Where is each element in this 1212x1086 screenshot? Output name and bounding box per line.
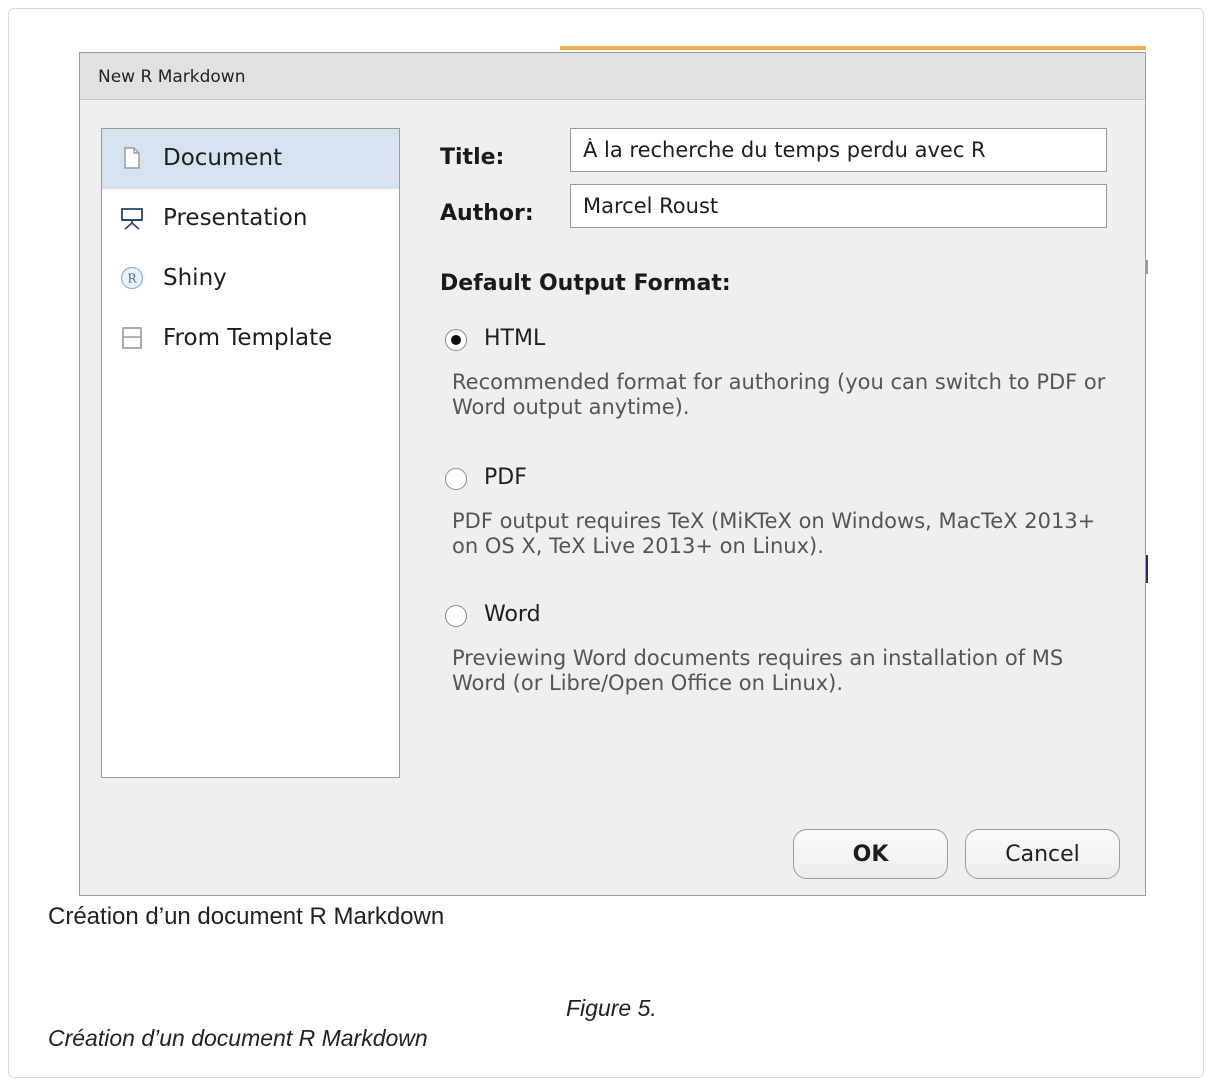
template-icon xyxy=(122,327,142,349)
radio-selected-dot xyxy=(451,335,461,345)
sidebar-item-from-template[interactable]: From Template xyxy=(102,309,399,369)
background-app-mark xyxy=(1146,260,1148,274)
sidebar-item-label: Shiny xyxy=(163,265,227,291)
cancel-button[interactable]: Cancel xyxy=(965,829,1120,879)
radio-word[interactable]: Word xyxy=(445,602,625,632)
figure-label: Figure 5. xyxy=(566,995,657,1021)
background-app-strip xyxy=(560,46,1146,50)
figure-caption: Création d’un document R Markdown xyxy=(48,1025,428,1051)
ok-button[interactable]: OK xyxy=(793,829,948,879)
word-description: Previewing Word documents requires an in… xyxy=(452,646,1064,695)
radio-button[interactable] xyxy=(445,468,467,490)
radio-label: PDF xyxy=(484,465,527,490)
radio-label: Word xyxy=(484,602,541,627)
sidebar-item-label: Presentation xyxy=(163,205,308,231)
radio-html[interactable]: HTML xyxy=(445,326,625,356)
output-format-heading: Default Output Format: xyxy=(440,271,731,296)
dialog-titlebar: New R Markdown xyxy=(80,53,1145,100)
sidebar-item-shiny[interactable]: R Shiny xyxy=(102,249,399,309)
sidebar-item-label: Document xyxy=(163,145,283,171)
radio-button[interactable] xyxy=(445,329,467,351)
radio-button[interactable] xyxy=(445,605,467,627)
presentation-icon xyxy=(121,208,143,230)
author-input[interactable] xyxy=(570,184,1107,228)
title-label: Title: xyxy=(440,145,505,170)
sidebar-item-label: From Template xyxy=(163,325,333,351)
radio-label: HTML xyxy=(484,326,546,351)
pdf-description: PDF output requires TeX (MiKTeX on Windo… xyxy=(452,509,1096,558)
sidebar-item-document[interactable]: Document xyxy=(102,129,399,189)
image-caption: Création d’un document R Markdown xyxy=(48,903,445,930)
document-icon xyxy=(124,147,140,169)
svg-text:R: R xyxy=(127,272,137,286)
author-label: Author: xyxy=(440,201,534,226)
html-description: Recommended format for authoring (you ca… xyxy=(452,370,1106,419)
background-app-mark xyxy=(1146,555,1148,583)
dialog-title: New R Markdown xyxy=(98,67,246,87)
title-input[interactable] xyxy=(570,128,1107,172)
new-r-markdown-dialog: New R Markdown Document Presentation R S… xyxy=(79,52,1146,896)
template-type-list: Document Presentation R Shiny From Templ… xyxy=(101,128,400,778)
radio-pdf[interactable]: PDF xyxy=(445,465,625,495)
shiny-r-icon: R xyxy=(120,266,144,290)
sidebar-item-presentation[interactable]: Presentation xyxy=(102,189,399,249)
